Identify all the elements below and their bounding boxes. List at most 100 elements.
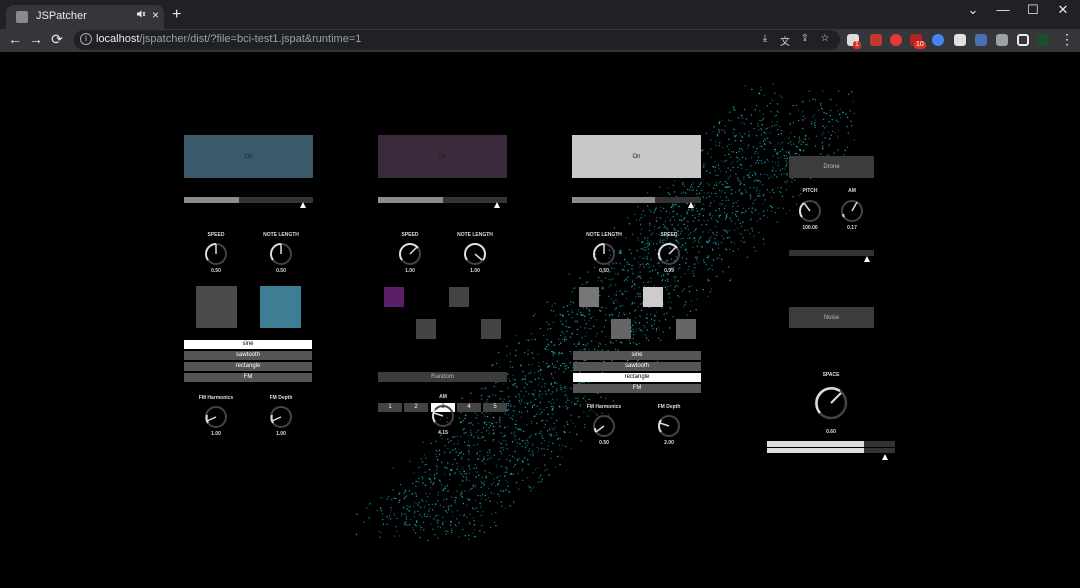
maximize-button[interactable]: ☐	[1018, 2, 1048, 18]
forward-button[interactable]: →	[27, 31, 45, 47]
voice1-length-knob[interactable]	[269, 242, 293, 266]
voice2-step-1[interactable]	[384, 287, 404, 307]
noise-button-label: Noise	[823, 314, 840, 321]
voice2-slider-fill	[378, 197, 443, 203]
voice1-wave-sine[interactable]: sine	[184, 340, 312, 349]
voice2-step-2[interactable]	[449, 287, 469, 307]
drone-slider-thumb-icon[interactable]	[864, 256, 870, 262]
space-slider-thumb-icon[interactable]	[882, 454, 888, 460]
voice2-step-3[interactable]	[416, 319, 436, 339]
drone-slider[interactable]	[789, 250, 874, 256]
voice3-wave-rectangle[interactable]: rectangle	[573, 373, 701, 382]
voice3-slider-thumb-icon[interactable]	[688, 202, 694, 208]
voice3-step-3[interactable]	[611, 319, 631, 339]
voice2-number-5[interactable]: 5	[483, 403, 507, 412]
voice3-length-value: 0.50	[599, 268, 609, 274]
voice1-slider-thumb-icon[interactable]	[300, 202, 306, 208]
voice3-slider-fill	[572, 197, 655, 203]
terminal-extension-icon[interactable]	[1037, 34, 1049, 46]
voice3-length-knob[interactable]	[592, 242, 616, 266]
voice2-speed-value: 1.00	[405, 268, 415, 274]
voice1-wave-sawtooth[interactable]: sawtooth	[184, 351, 312, 360]
extension-6-icon[interactable]	[954, 34, 966, 46]
voice3-step-1[interactable]	[579, 287, 599, 307]
voice3-slider[interactable]	[572, 197, 701, 203]
voice2-number-4[interactable]: 4	[457, 403, 481, 412]
voice1-fm-depth-label: FM Depth	[269, 395, 293, 401]
voice3-fm-depth-value: 2.00	[664, 440, 674, 446]
voice2-speed-knob[interactable]	[398, 242, 422, 266]
site-info-icon[interactable]: i	[80, 33, 92, 45]
voice2-random-button[interactable]: Random	[378, 372, 507, 382]
voice2-slider-thumb-icon[interactable]	[494, 202, 500, 208]
reload-button[interactable]: ⟳	[48, 31, 66, 48]
drone-button[interactable]: Drone	[789, 156, 874, 178]
bookmark-star-icon[interactable]: ☆	[818, 33, 832, 44]
address-bar[interactable]: i localhost/jspatcher/dist/?file=bci-tes…	[74, 30, 840, 50]
share-icon[interactable]: ⇪	[798, 33, 812, 44]
voice3-speed-knob[interactable]	[657, 242, 681, 266]
url-host: localhost	[96, 33, 140, 45]
voice3-step-4[interactable]	[676, 319, 696, 339]
voice1-speed-knob[interactable]	[204, 242, 228, 266]
extension-4-badge: 10	[914, 41, 926, 49]
voice2-number-2[interactable]: 2	[404, 403, 428, 412]
drone-pitch-knob[interactable]	[798, 199, 822, 223]
voice2-on-pad[interactable]: On	[378, 135, 507, 178]
space-meter-bottom-fill	[767, 448, 864, 453]
voice3-speed-label: SPEED	[660, 232, 678, 238]
voice2-am-knob[interactable]	[431, 404, 455, 428]
voice3-fm-harmonics-knob[interactable]	[592, 414, 616, 438]
visualizer-scatter	[355, 83, 855, 542]
extension-3-icon[interactable]	[890, 34, 902, 46]
voice2-number-1[interactable]: 1	[378, 403, 402, 412]
install-app-icon[interactable]: ⤓	[758, 33, 772, 44]
space-knob[interactable]	[813, 385, 849, 421]
back-button[interactable]: ←	[6, 31, 24, 47]
drone-button-label: Drone	[823, 164, 840, 170]
voice3-step-2[interactable]	[643, 287, 663, 307]
voice2-slider[interactable]	[378, 197, 507, 203]
tab-search-chevron-icon[interactable]: ⌄	[958, 2, 988, 18]
extension-1-badge: 1	[853, 41, 861, 49]
voice1-fm-harmonics-knob[interactable]	[204, 405, 228, 429]
voice1-on-pad[interactable]: On	[184, 135, 313, 178]
close-tab-icon[interactable]: ×	[152, 8, 159, 22]
voice2-length-knob[interactable]	[463, 242, 487, 266]
voice1-square-right[interactable]	[260, 286, 301, 328]
close-window-button[interactable]: ✕	[1048, 2, 1078, 18]
new-tab-button[interactable]: +	[172, 6, 181, 24]
voice2-am-label: AM	[439, 394, 447, 400]
voice1-wave-fm[interactable]: FM	[184, 373, 312, 382]
translate-icon[interactable]: 文	[778, 33, 792, 48]
extensions-puzzle-icon[interactable]	[996, 34, 1008, 46]
voice1-slider[interactable]	[184, 197, 313, 203]
voice2-step-4[interactable]	[481, 319, 501, 339]
minimize-button[interactable]: —	[988, 2, 1018, 17]
voice3-wave-sine[interactable]: sine	[573, 351, 701, 360]
voice1-speed-label: SPEED	[207, 232, 225, 238]
jspatcher-favicon-icon	[16, 11, 28, 23]
voice1-slider-fill	[184, 197, 240, 203]
voice2-length-label: NOTE LENGTH	[457, 232, 493, 238]
voice1-wave-rectangle[interactable]: rectangle	[184, 362, 312, 371]
voice3-fm-depth-knob[interactable]	[657, 414, 681, 438]
voice1-length-value: 0.50	[276, 268, 286, 274]
noise-button[interactable]: Noise	[789, 307, 874, 328]
voice1-fm-depth-knob[interactable]	[269, 405, 293, 429]
voice3-wave-sawtooth[interactable]: sawtooth	[573, 362, 701, 371]
extension-5-icon[interactable]	[932, 34, 944, 46]
extension-7-icon[interactable]	[975, 34, 987, 46]
browser-menu-icon[interactable]: ⋮	[1058, 31, 1076, 48]
voice3-wave-fm[interactable]: FM	[573, 384, 701, 393]
voice3-on-pad[interactable]: On	[572, 135, 701, 178]
drone-am-knob[interactable]	[840, 199, 864, 223]
side-panel-icon[interactable]	[1017, 34, 1029, 46]
speaker-icon[interactable]	[136, 9, 146, 22]
extension-2-icon[interactable]	[870, 34, 882, 46]
url-text[interactable]: localhost/jspatcher/dist/?file=bci-test1…	[96, 33, 361, 45]
browser-toolbar: ← → ⟳ i localhost/jspatcher/dist/?file=b…	[0, 29, 1080, 52]
url-path: /jspatcher/dist/?file=bci-test1.jspat&ru…	[139, 33, 362, 45]
voice1-square-left[interactable]	[196, 286, 237, 328]
browser-tab[interactable]: JSPatcher ×	[6, 5, 164, 29]
